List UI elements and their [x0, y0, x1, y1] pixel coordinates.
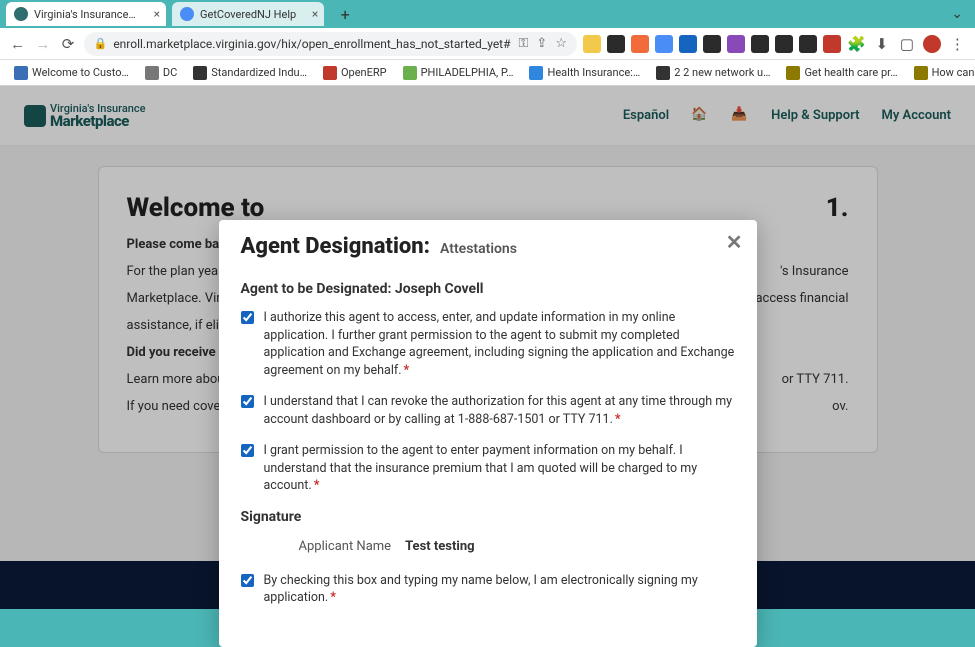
- bookmark-item[interactable]: PHILADELPHIA, P…: [397, 64, 520, 82]
- bookmark-label: Get health care pr…: [804, 66, 897, 79]
- modal-title: Agent Designation:: [241, 234, 431, 259]
- extension-icon[interactable]: [583, 35, 601, 53]
- extension-icon[interactable]: [823, 35, 841, 53]
- profile-avatar[interactable]: [923, 33, 942, 55]
- attestation-checkbox-1[interactable]: [241, 311, 254, 324]
- tab-favicon: [14, 7, 28, 21]
- tabs-icon[interactable]: ▢: [897, 33, 916, 55]
- attestation-text-2: I understand that I can revoke the autho…: [264, 394, 733, 427]
- bookmark-favicon: [193, 66, 207, 80]
- bookmark-favicon: [323, 66, 337, 80]
- bookmark-item[interactable]: OpenERP: [317, 64, 393, 82]
- kebab-menu-icon[interactable]: ⋮: [948, 33, 967, 55]
- forward-button[interactable]: →: [33, 33, 52, 55]
- applicant-name-value: Test testing: [405, 539, 474, 554]
- esign-text: By checking this box and typing my name …: [264, 573, 698, 606]
- attestation-checkbox-3[interactable]: [241, 444, 254, 457]
- lock-icon: 🔒: [94, 37, 108, 50]
- omnibox[interactable]: 🔒 enroll.marketplace.virginia.gov/hix/op…: [84, 32, 577, 56]
- download-icon[interactable]: ⬇: [872, 33, 891, 55]
- extension-icon[interactable]: [775, 35, 793, 53]
- extension-icon[interactable]: [607, 35, 625, 53]
- tab-title: GetCoveredNJ Help: [200, 8, 296, 21]
- extension-icon[interactable]: [655, 35, 673, 53]
- key-icon[interactable]: ⚿: [519, 36, 529, 51]
- browser-tab-strip: Virginia's Insurance Marketpla… × GetCov…: [0, 0, 975, 28]
- attestation-row-3[interactable]: I grant permission to the agent to enter…: [241, 442, 735, 495]
- extension-icon[interactable]: [679, 35, 697, 53]
- page-viewport: Virginia's Insurance Marketplace Español…: [0, 86, 975, 609]
- extension-icon[interactable]: [799, 35, 817, 53]
- back-button[interactable]: ←: [8, 33, 27, 55]
- url-text: enroll.marketplace.virginia.gov/hix/open…: [113, 37, 510, 51]
- tab-favicon: [180, 7, 194, 21]
- attestation-row-1[interactable]: I authorize this agent to access, enter,…: [241, 309, 735, 379]
- reload-button[interactable]: ⟳: [58, 33, 77, 55]
- esign-row[interactable]: By checking this box and typing my name …: [241, 572, 735, 607]
- extension-icon[interactable]: [703, 35, 721, 53]
- esign-checkbox[interactable]: [241, 574, 254, 587]
- bookmark-label: 2 2 new network u…: [674, 66, 770, 79]
- bookmark-item[interactable]: DC: [139, 64, 183, 82]
- extension-icon[interactable]: [631, 35, 649, 53]
- bookmark-label: How can I see pla…: [932, 66, 975, 79]
- applicant-name-label: Applicant Name: [299, 539, 392, 554]
- bookmark-item[interactable]: Standardized Indu…: [187, 64, 313, 82]
- bookmark-favicon: [145, 66, 159, 80]
- bookmark-favicon: [656, 66, 670, 80]
- star-icon[interactable]: ☆: [555, 36, 567, 51]
- bookmark-item[interactable]: Welcome to Custo…: [8, 64, 135, 82]
- tab-close-icon[interactable]: ×: [312, 7, 318, 21]
- new-tab-button[interactable]: +: [334, 3, 356, 25]
- agent-to-be-designated: Agent to be Designated: Joseph Covell: [241, 281, 735, 297]
- bookmark-label: Welcome to Custo…: [32, 66, 129, 79]
- agent-designation-modal: ✕ Agent Designation: Attestations Agent …: [219, 220, 757, 647]
- bookmark-label: Health Insurance:…: [547, 66, 640, 79]
- bookmark-label: DC: [163, 66, 177, 79]
- extension-icon[interactable]: [727, 35, 745, 53]
- tab-title: Virginia's Insurance Marketpla…: [34, 8, 138, 21]
- modal-subtitle: Attestations: [440, 241, 517, 257]
- bookmark-favicon: [786, 66, 800, 80]
- attestation-text-1: I authorize this agent to access, enter,…: [264, 310, 735, 378]
- bookmark-item[interactable]: Get health care pr…: [780, 64, 903, 82]
- attestation-row-2[interactable]: I understand that I can revoke the autho…: [241, 393, 735, 428]
- bookmark-label: PHILADELPHIA, P…: [421, 66, 514, 79]
- share-icon[interactable]: ⇪: [536, 36, 547, 51]
- attestation-text-3: I grant permission to the agent to enter…: [264, 443, 698, 493]
- tab-close-icon[interactable]: ×: [154, 7, 160, 21]
- required-mark: *: [314, 478, 320, 493]
- attestation-checkbox-2[interactable]: [241, 395, 254, 408]
- bookmark-item[interactable]: 2 2 new network u…: [650, 64, 776, 82]
- bookmark-item[interactable]: Health Insurance:…: [523, 64, 646, 82]
- signature-heading: Signature: [241, 509, 735, 525]
- browser-tab[interactable]: GetCoveredNJ Help ×: [172, 2, 324, 26]
- browser-toolbar: ← → ⟳ 🔒 enroll.marketplace.virginia.gov/…: [0, 28, 975, 60]
- bookmark-favicon: [14, 66, 28, 80]
- extensions-button[interactable]: 🧩: [847, 33, 866, 55]
- bookmark-favicon: [529, 66, 543, 80]
- bookmark-label: OpenERP: [341, 66, 387, 79]
- bookmark-item[interactable]: How can I see pla…: [908, 64, 975, 82]
- bookmark-bar: Welcome to Custo… DC Standardized Indu… Ope…: [0, 60, 975, 86]
- window-caret-icon[interactable]: ⌄: [951, 6, 975, 22]
- extension-icons: [583, 35, 841, 53]
- bookmark-favicon: [403, 66, 417, 80]
- required-mark: *: [404, 363, 410, 378]
- required-mark: *: [615, 412, 621, 427]
- bookmark-favicon: [914, 66, 928, 80]
- modal-close-button[interactable]: ✕: [726, 230, 743, 254]
- extension-icon[interactable]: [751, 35, 769, 53]
- required-mark: *: [330, 590, 336, 605]
- bookmark-label: Standardized Indu…: [211, 66, 307, 79]
- browser-tab-active[interactable]: Virginia's Insurance Marketpla… ×: [6, 2, 166, 26]
